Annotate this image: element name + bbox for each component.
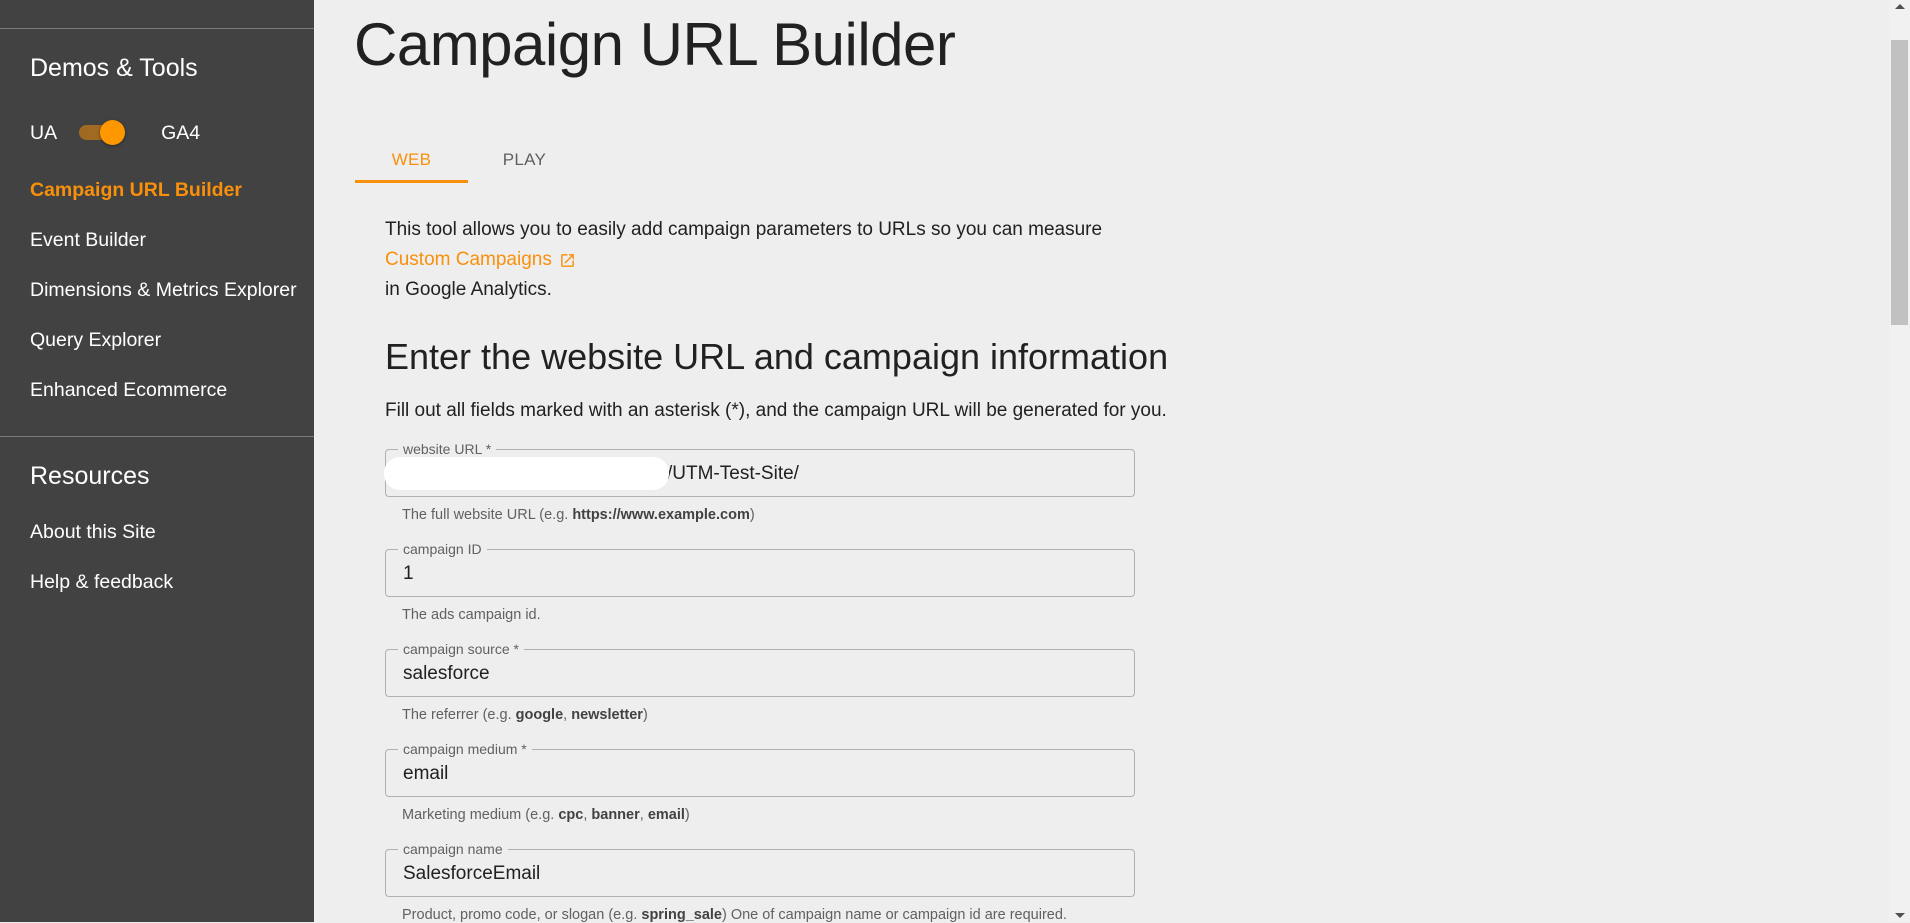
- helper-text: ): [642, 707, 648, 723]
- campaign-name-input[interactable]: [403, 860, 1103, 888]
- intro-line-1: This tool allows you to easily add campa…: [385, 219, 1103, 240]
- section-heading: Enter the website URL and campaign infor…: [385, 336, 1169, 377]
- sidebar-item-enhanced-ecommerce[interactable]: Enhanced Ecommerce: [30, 379, 227, 402]
- external-link-icon: [560, 253, 574, 267]
- ua-ga4-toggle[interactable]: [79, 120, 139, 146]
- tab-play[interactable]: PLAY: [468, 137, 581, 183]
- campaign-id-input[interactable]: [403, 560, 1103, 588]
- campaign-source-label: campaign source *: [398, 640, 524, 658]
- toggle-label-ga4: GA4: [161, 121, 201, 144]
- campaign-name-label: campaign name: [398, 840, 508, 858]
- helper-text: ,: [563, 707, 572, 723]
- website-url-helper: The full website URL (e.g. https://www.e…: [402, 507, 755, 523]
- sidebar-item-campaign-url-builder[interactable]: Campaign URL Builder: [30, 179, 242, 202]
- helper-example: google: [515, 707, 564, 723]
- helper-text: ,: [639, 807, 648, 823]
- toggle-thumb[interactable]: [100, 120, 126, 145]
- scroll-down-arrow-icon[interactable]: [1895, 913, 1905, 918]
- custom-campaigns-link[interactable]: Custom Campaigns: [385, 245, 576, 275]
- campaign-id-label: campaign ID: [398, 540, 487, 558]
- helper-text: The referrer (e.g.: [402, 707, 516, 723]
- intro-line-3: in Google Analytics.: [385, 279, 552, 300]
- helper-example: https://www.example.com: [572, 507, 750, 523]
- scroll-up-arrow-icon[interactable]: [1895, 4, 1905, 9]
- page-title: Campaign URL Builder: [354, 11, 956, 78]
- sidebar-divider: [0, 28, 314, 29]
- redacted-region: [384, 457, 669, 490]
- campaign-name-helper: Product, promo code, or slogan (e.g. spr…: [402, 907, 1067, 923]
- sidebar-heading-resources: Resources: [30, 462, 150, 490]
- helper-text: Marketing medium (e.g.: [402, 807, 559, 823]
- website-url-field: website URL *: [384, 440, 1367, 497]
- custom-campaigns-link-label: Custom Campaigns: [385, 249, 552, 270]
- sidebar-item-about-this-site[interactable]: About this Site: [30, 521, 156, 544]
- campaign-id-helper: The ads campaign id.: [402, 607, 541, 623]
- sidebar-item-query-explorer[interactable]: Query Explorer: [30, 329, 161, 352]
- helper-example: spring_sale: [641, 907, 722, 923]
- helper-text: ): [749, 507, 755, 523]
- campaign-source-field: campaign source *: [385, 640, 1135, 697]
- section-instructions: Fill out all fields marked with an aster…: [385, 400, 1167, 421]
- scrollbar-thumb[interactable]: [1891, 40, 1908, 325]
- sidebar-item-event-builder[interactable]: Event Builder: [30, 229, 146, 252]
- helper-text: ) One of campaign name or campaign id ar…: [721, 907, 1067, 923]
- intro-text: This tool allows you to easily add campa…: [385, 215, 1102, 305]
- helper-example: cpc: [558, 807, 584, 823]
- helper-text: The full website URL (e.g.: [402, 507, 573, 523]
- campaign-source-helper: The referrer (e.g. google, newsletter): [402, 707, 648, 723]
- sidebar-divider: [0, 436, 314, 437]
- campaign-medium-helper: Marketing medium (e.g. cpc, banner, emai…: [402, 807, 690, 823]
- campaign-id-field: campaign ID: [385, 540, 1135, 597]
- tab-web[interactable]: WEB: [355, 137, 468, 183]
- active-tab-indicator: [355, 180, 468, 183]
- sidebar: Demos & Tools UA GA4 Campaign URL Builde…: [0, 0, 314, 922]
- campaign-medium-field: campaign medium *: [385, 740, 1135, 797]
- helper-text: ): [684, 807, 690, 823]
- helper-example: banner: [591, 807, 640, 823]
- campaign-medium-label: campaign medium *: [398, 740, 532, 758]
- version-toggle-row: UA GA4: [30, 120, 200, 146]
- helper-example: newsletter: [571, 707, 643, 723]
- vertical-scrollbar[interactable]: [1889, 0, 1910, 922]
- sidebar-item-help-feedback[interactable]: Help & feedback: [30, 571, 173, 594]
- sidebar-heading-demos-tools: Demos & Tools: [30, 54, 198, 82]
- helper-example: email: [647, 807, 685, 823]
- website-url-label: website URL *: [398, 440, 497, 458]
- sidebar-item-dimensions-metrics-explorer[interactable]: Dimensions & Metrics Explorer: [30, 279, 297, 302]
- helper-text: Product, promo code, or slogan (e.g.: [402, 907, 642, 923]
- campaign-name-field: campaign name: [385, 840, 1135, 897]
- campaign-medium-input[interactable]: [403, 760, 1103, 788]
- toggle-label-ua: UA: [30, 121, 58, 144]
- campaign-source-input[interactable]: [403, 660, 1103, 688]
